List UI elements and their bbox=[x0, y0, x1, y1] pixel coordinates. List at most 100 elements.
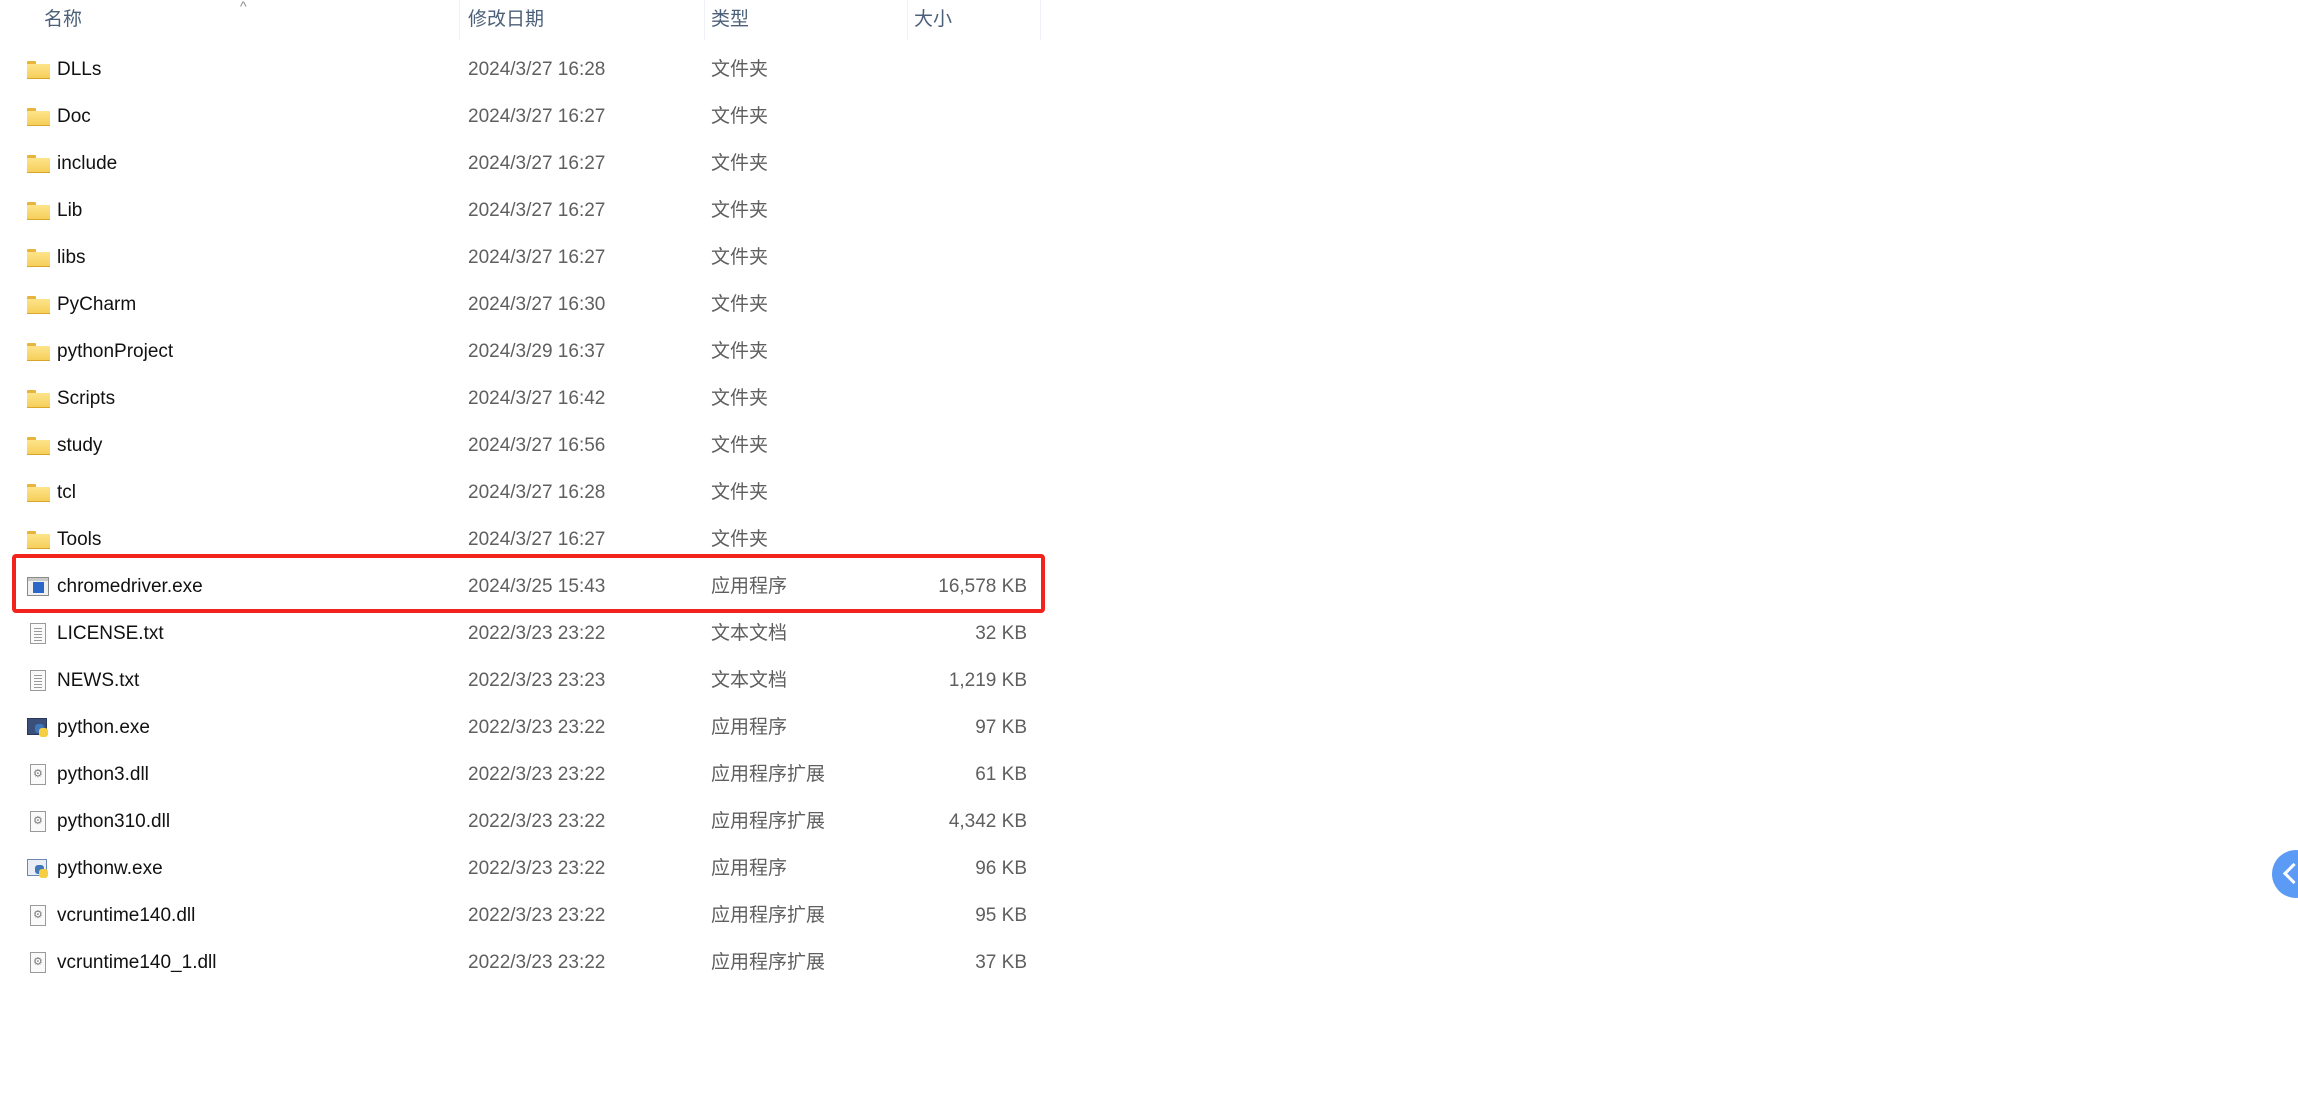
folder-icon bbox=[27, 484, 50, 502]
file-size bbox=[900, 375, 1027, 422]
file-modified-date: 2024/3/27 16:28 bbox=[468, 482, 606, 503]
column-resize-handle[interactable] bbox=[704, 0, 705, 40]
file-size bbox=[900, 469, 1027, 516]
file-size bbox=[900, 281, 1027, 328]
file-modified-date: 2022/3/23 23:22 bbox=[468, 764, 606, 785]
folder-icon bbox=[27, 61, 50, 79]
column-resize-handle[interactable] bbox=[459, 0, 460, 40]
folder-icon bbox=[27, 202, 50, 220]
column-type-header[interactable]: 类型 bbox=[711, 0, 749, 44]
file-modified-date: 2024/3/27 16:30 bbox=[468, 294, 606, 315]
file-modified-date: 2024/3/27 16:28 bbox=[468, 59, 606, 80]
file-modified-date: 2022/3/23 23:22 bbox=[468, 623, 606, 644]
file-row[interactable]: NEWS.txt 2022/3/23 23:23 文本文档 1,219 KB bbox=[0, 657, 1046, 704]
file-size: 32 KB bbox=[975, 623, 1027, 644]
folder-row[interactable]: DLLs 2024/3/27 16:28 文件夹 bbox=[0, 46, 1046, 93]
file-type: 文件夹 bbox=[711, 294, 769, 315]
file-type: 文件夹 bbox=[711, 341, 769, 362]
file-name: pythonProject bbox=[57, 341, 174, 362]
file-type: 应用程序 bbox=[711, 717, 788, 738]
folder-row[interactable]: study 2024/3/27 16:56 文件夹 bbox=[0, 422, 1046, 469]
folder-row[interactable]: Doc 2024/3/27 16:27 文件夹 bbox=[0, 93, 1046, 140]
text-document-icon bbox=[30, 670, 46, 691]
file-type: 应用程序扩展 bbox=[711, 811, 826, 832]
file-row[interactable]: LICENSE.txt 2022/3/23 23:22 文本文档 32 KB bbox=[0, 610, 1046, 657]
file-name: tcl bbox=[57, 482, 76, 503]
file-row[interactable]: python.exe 2022/3/23 23:22 应用程序 97 KB bbox=[0, 704, 1046, 751]
column-date-header[interactable]: 修改日期 bbox=[468, 0, 544, 44]
file-name: Doc bbox=[57, 106, 91, 127]
file-size bbox=[900, 422, 1027, 469]
file-name: Scripts bbox=[57, 388, 116, 409]
dll-icon: ⚙ bbox=[30, 764, 46, 785]
python-icon bbox=[27, 718, 49, 738]
folder-row[interactable]: Scripts 2024/3/27 16:42 文件夹 bbox=[0, 375, 1046, 422]
file-size bbox=[900, 328, 1027, 375]
file-name: python310.dll bbox=[57, 811, 171, 832]
file-type: 应用程序扩展 bbox=[711, 952, 826, 973]
pythonw-icon bbox=[27, 859, 49, 879]
file-type: 文件夹 bbox=[711, 435, 769, 456]
folder-row[interactable]: PyCharm 2024/3/27 16:30 文件夹 bbox=[0, 281, 1046, 328]
file-modified-date: 2022/3/23 23:23 bbox=[468, 670, 606, 691]
file-modified-date: 2022/3/23 23:22 bbox=[468, 717, 606, 738]
file-type: 文件夹 bbox=[711, 153, 769, 174]
file-type: 文本文档 bbox=[711, 670, 788, 691]
column-resize-handle[interactable] bbox=[1040, 0, 1041, 40]
file-row[interactable]: ⚙ python3.dll 2022/3/23 23:22 应用程序扩展 61 KB bbox=[0, 751, 1046, 798]
file-size: 97 KB bbox=[975, 717, 1027, 738]
column-size-header[interactable]: 大小 bbox=[914, 0, 952, 44]
file-type: 文件夹 bbox=[711, 200, 769, 221]
file-name: NEWS.txt bbox=[57, 670, 140, 691]
file-row[interactable]: ⚙ vcruntime140_1.dll 2022/3/23 23:22 应用程序扩展… bbox=[0, 939, 1046, 986]
file-name: python3.dll bbox=[57, 764, 149, 785]
file-type: 应用程序扩展 bbox=[711, 905, 826, 926]
folder-icon bbox=[27, 296, 50, 314]
sort-ascending-icon: ^ bbox=[240, 0, 247, 14]
column-name-header[interactable]: 名称 bbox=[44, 0, 82, 44]
file-row[interactable]: pythonw.exe 2022/3/23 23:22 应用程序 96 KB bbox=[0, 845, 1046, 892]
file-type: 文件夹 bbox=[711, 247, 769, 268]
folder-icon bbox=[27, 108, 50, 126]
file-name: include bbox=[57, 153, 118, 174]
file-size: 96 KB bbox=[975, 858, 1027, 879]
text-document-icon bbox=[30, 623, 46, 644]
chevron-left-icon bbox=[2282, 862, 2298, 885]
folder-icon bbox=[27, 249, 50, 267]
file-size: 4,342 KB bbox=[948, 811, 1027, 832]
folder-icon bbox=[27, 390, 50, 408]
file-type: 文件夹 bbox=[711, 482, 769, 503]
folder-row[interactable]: Lib 2024/3/27 16:27 文件夹 bbox=[0, 187, 1046, 234]
folder-row[interactable]: include 2024/3/27 16:27 文件夹 bbox=[0, 140, 1046, 187]
file-size: 1,219 KB bbox=[948, 670, 1027, 691]
file-name: Lib bbox=[57, 200, 83, 221]
file-modified-date: 2022/3/23 23:22 bbox=[468, 858, 606, 879]
folder-row[interactable]: tcl 2024/3/27 16:28 文件夹 bbox=[0, 469, 1046, 516]
highlight-box bbox=[12, 554, 1045, 613]
folder-icon bbox=[27, 531, 50, 549]
file-row[interactable]: ⚙ python310.dll 2022/3/23 23:22 应用程序扩展 4,342… bbox=[0, 798, 1046, 845]
folder-row[interactable]: libs 2024/3/27 16:27 文件夹 bbox=[0, 234, 1046, 281]
folder-row[interactable]: pythonProject 2024/3/29 16:37 文件夹 bbox=[0, 328, 1046, 375]
file-name: pythonw.exe bbox=[57, 858, 163, 879]
file-name: study bbox=[57, 435, 103, 456]
file-name: DLLs bbox=[57, 59, 102, 80]
file-size bbox=[900, 234, 1027, 281]
file-size bbox=[900, 93, 1027, 140]
file-modified-date: 2024/3/27 16:42 bbox=[468, 388, 606, 409]
file-type: 文件夹 bbox=[711, 59, 769, 80]
file-modified-date: 2022/3/23 23:22 bbox=[468, 811, 606, 832]
file-type: 文件夹 bbox=[711, 388, 769, 409]
folder-icon bbox=[27, 343, 50, 361]
floating-collapse-button[interactable] bbox=[2272, 850, 2298, 898]
dll-icon: ⚙ bbox=[30, 811, 46, 832]
file-size bbox=[900, 140, 1027, 187]
file-modified-date: 2024/3/27 16:27 bbox=[468, 247, 606, 268]
file-row[interactable]: ⚙ vcruntime140.dll 2022/3/23 23:22 应用程序扩展 95… bbox=[0, 892, 1046, 939]
file-modified-date: 2022/3/23 23:22 bbox=[468, 952, 606, 973]
file-type: 文本文档 bbox=[711, 623, 788, 644]
file-name: python.exe bbox=[57, 717, 150, 738]
file-name: vcruntime140.dll bbox=[57, 905, 196, 926]
file-size: 37 KB bbox=[975, 952, 1027, 973]
column-resize-handle[interactable] bbox=[907, 0, 908, 40]
